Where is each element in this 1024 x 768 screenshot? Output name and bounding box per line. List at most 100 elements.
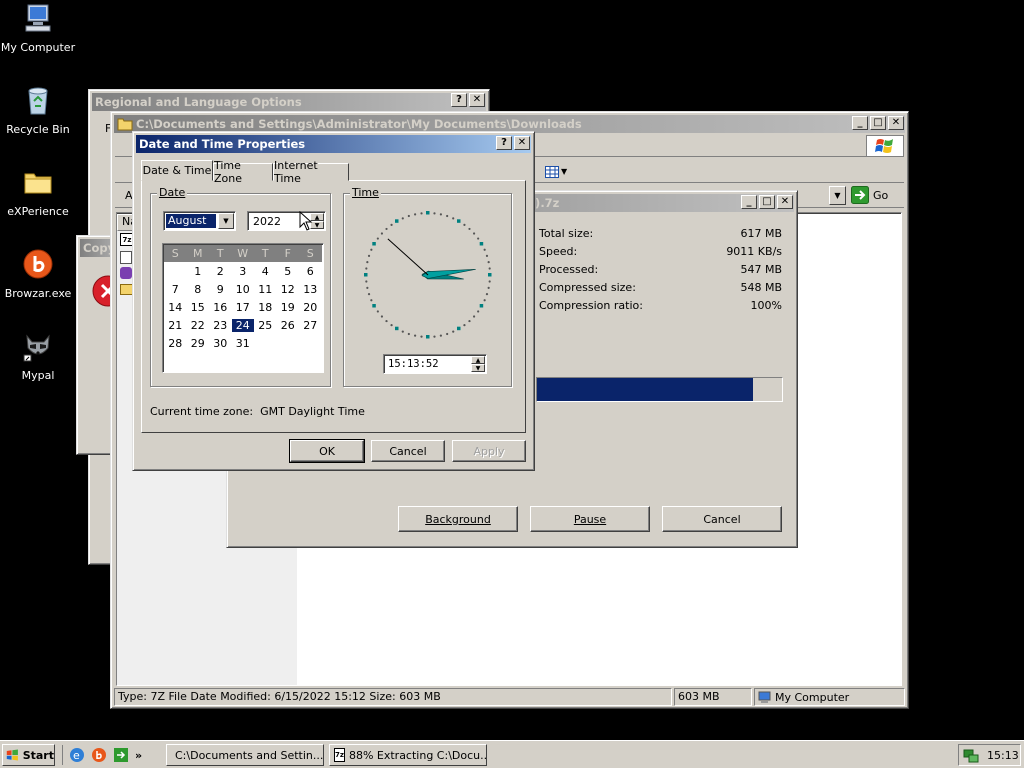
calendar-day[interactable]: 27 [299, 319, 322, 332]
background-button[interactable]: Background [398, 506, 518, 532]
calendar-day[interactable]: 23 [209, 319, 232, 332]
calendar-day[interactable]: 10 [232, 283, 255, 296]
calendar-day[interactable]: 2 [209, 265, 232, 278]
network-tray-icon[interactable] [963, 747, 979, 763]
clock-minute-mark [366, 286, 369, 289]
show-desktop-icon[interactable] [113, 747, 129, 763]
calendar-day[interactable]: 4 [254, 265, 277, 278]
calendar-day[interactable]: 18 [254, 301, 277, 314]
pause-button[interactable]: Pause [530, 506, 650, 532]
tab-time-zone[interactable]: Time Zone [213, 159, 273, 185]
month-select[interactable]: August ▼ [163, 211, 236, 231]
file-icon-doc[interactable] [120, 251, 132, 264]
calendar-day[interactable]: 12 [277, 283, 300, 296]
calendar-day[interactable]: 5 [277, 265, 300, 278]
clock-minute-mark [483, 299, 486, 302]
calendar-day[interactable]: 29 [187, 337, 210, 350]
clock-minute-mark [477, 310, 480, 313]
clock-minute-mark [401, 217, 404, 220]
clock-minute-mark [487, 286, 490, 289]
cancel-button[interactable]: Cancel [371, 440, 445, 462]
clock-second-hand [387, 238, 429, 276]
maximize-button[interactable]: □ [870, 116, 886, 130]
help-button[interactable]: ? [451, 93, 467, 107]
calendar-day[interactable]: 24 [231, 318, 254, 332]
calendar-day[interactable]: 1 [187, 265, 210, 278]
calendar-day[interactable]: 3 [232, 265, 255, 278]
calendar-day[interactable]: 13 [299, 283, 322, 296]
quick-launch-chevron[interactable]: » [135, 749, 142, 762]
clock-minute-mark [477, 237, 480, 240]
desktop-icon-mypal[interactable]: Mypal [0, 330, 76, 382]
date-time-title-bar[interactable]: Date and Time Properties [136, 135, 531, 153]
tab-label: Time Zone [214, 159, 243, 185]
calendar-day[interactable]: 9 [209, 283, 232, 296]
quick-launch: e » [62, 745, 162, 765]
tab-internet-time[interactable]: Internet Time [273, 159, 349, 185]
clock-hour-mark [479, 242, 484, 246]
go-button[interactable]: Go [851, 185, 897, 205]
month-dropdown-arrow[interactable]: ▼ [218, 213, 234, 229]
tray-clock[interactable]: 15:13 [987, 749, 1019, 762]
desktop-icon-recycle-bin[interactable]: Recycle Bin [0, 84, 76, 136]
calendar-day[interactable]: 25 [254, 319, 277, 332]
close-button[interactable]: ✕ [888, 116, 904, 130]
maximize-button[interactable]: □ [759, 195, 775, 209]
close-button[interactable]: ✕ [514, 136, 530, 150]
calendar-week-row: 123456 [164, 262, 322, 280]
calendar-day[interactable]: 14 [164, 301, 187, 314]
calendar-day[interactable]: 16 [209, 301, 232, 314]
start-button[interactable]: Start [2, 744, 55, 766]
calendar-day[interactable]: 31 [232, 337, 255, 350]
clock-minute-mark [385, 227, 388, 231]
calendar-day[interactable]: 8 [187, 283, 210, 296]
clock-minute-mark [433, 212, 436, 215]
calendar-day[interactable]: 20 [299, 301, 322, 314]
windows-flag-icon [6, 749, 18, 761]
desktop-icon-my-computer[interactable]: My Computer [0, 2, 76, 54]
year-spinner[interactable]: 2022 ▲ ▼ [247, 211, 326, 231]
calendar-day[interactable]: 21 [164, 319, 187, 332]
tab-date-time[interactable]: Date & Time [141, 160, 213, 181]
calendar-weekday-header: SMTWTFS [164, 245, 322, 262]
calendar-day[interactable]: 22 [187, 319, 210, 332]
status-location: My Computer [754, 688, 905, 706]
desktop-icon-browzar[interactable]: Browzar.exe [0, 248, 76, 300]
address-dropdown-button[interactable]: ▼ [829, 186, 846, 205]
ie-icon[interactable]: e [69, 747, 85, 763]
task-explorer[interactable]: C:\Documents and Settin... [166, 744, 324, 766]
ok-button[interactable]: OK [289, 439, 365, 463]
help-button[interactable]: ? [496, 136, 512, 150]
views-button[interactable]: ▼ [545, 163, 571, 180]
minimize-button[interactable]: _ [852, 116, 868, 130]
calendar-day[interactable]: 15 [187, 301, 210, 314]
close-button[interactable]: ✕ [469, 93, 485, 107]
browzar-icon [23, 249, 53, 279]
minimize-button[interactable]: _ [741, 195, 757, 209]
desktop-icon-experience[interactable]: eXPerience [0, 166, 76, 218]
calendar-day[interactable]: 19 [277, 301, 300, 314]
calendar-day[interactable]: 30 [209, 337, 232, 350]
time-spinner[interactable]: 15:13:52 ▲ ▼ [383, 354, 487, 374]
apply-button[interactable]: Apply [452, 440, 526, 462]
file-icon-app[interactable] [120, 267, 132, 279]
calendar-day[interactable]: 11 [254, 283, 277, 296]
timezone-label: Current time zone: [150, 405, 254, 418]
time-up-button[interactable]: ▲ [471, 356, 485, 364]
browzar-icon[interactable] [91, 747, 107, 763]
time-group-label: Time [350, 186, 381, 199]
calendar-day[interactable]: 26 [277, 319, 300, 332]
cancel-button[interactable]: Cancel [662, 506, 782, 532]
clock-minute-mark [433, 335, 436, 338]
system-tray: 15:13 [958, 744, 1021, 766]
calendar-day[interactable]: 28 [164, 337, 187, 350]
status-size: 603 MB [674, 688, 752, 706]
regional-title-bar[interactable]: Regional and Language Options [92, 93, 486, 111]
calendar-day[interactable]: 6 [299, 265, 322, 278]
calendar-day[interactable]: 17 [232, 301, 255, 314]
close-button[interactable]: ✕ [777, 195, 793, 209]
calendar-day[interactable]: 7 [164, 283, 187, 296]
clock-minute-mark [487, 261, 490, 264]
time-down-button[interactable]: ▼ [471, 364, 485, 372]
task-extracting[interactable]: 7z 88% Extracting C:\Docu... [329, 744, 487, 766]
